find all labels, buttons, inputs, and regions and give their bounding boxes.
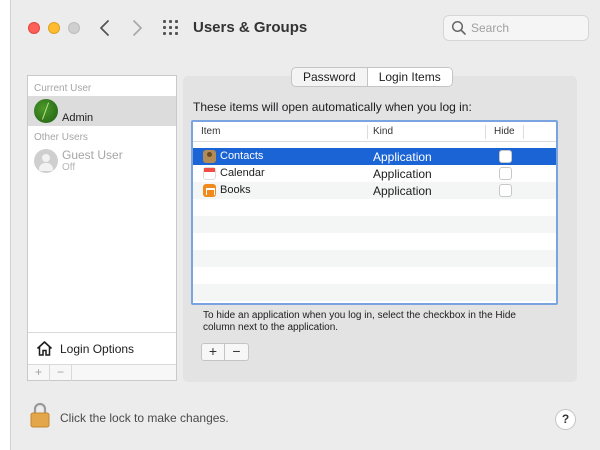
item-kind: Application — [373, 167, 432, 181]
item-name: Calendar — [220, 167, 265, 179]
user-status: Off — [62, 162, 76, 173]
empty-row — [193, 250, 556, 267]
login-items-add-remove: + − — [201, 343, 249, 361]
chevron-right-icon — [133, 20, 142, 36]
sidebar-user-guest[interactable]: Guest User Off — [28, 146, 176, 176]
item-kind: Application — [373, 184, 432, 198]
column-header-hide[interactable]: Hide — [494, 126, 515, 137]
tab-password[interactable]: Password — [292, 68, 368, 86]
tab-bar: Password Login Items — [291, 67, 453, 87]
zoom-window-button[interactable] — [68, 22, 80, 34]
contacts-icon — [203, 150, 216, 163]
login-items-heading: These items will open automatically when… — [193, 100, 472, 114]
title-bar: Users & Groups — [11, 0, 600, 52]
house-icon — [36, 341, 53, 356]
item-kind: Application — [373, 150, 432, 164]
current-user-header: Current User — [34, 83, 92, 94]
window-title: Users & Groups — [193, 19, 308, 36]
item-name: Contacts — [220, 150, 264, 162]
login-options-label: Login Options — [60, 342, 135, 356]
users-sidebar: Current User Admin Other Users Guest Use… — [27, 75, 177, 381]
remove-user-button[interactable]: − — [50, 365, 72, 381]
table-row[interactable]: Books Application — [193, 182, 556, 199]
item-name: Books — [220, 184, 251, 196]
empty-row — [193, 284, 556, 301]
guest-avatar-icon — [34, 149, 58, 173]
empty-row — [193, 216, 556, 233]
search-icon — [451, 20, 466, 35]
login-items-table[interactable]: Item Kind Hide Contacts Application Cale… — [191, 120, 558, 305]
sidebar-toolbar: + − — [28, 364, 176, 381]
other-users-header: Other Users — [34, 132, 88, 143]
empty-row — [193, 233, 556, 250]
table-header: Item Kind Hide — [193, 122, 556, 142]
hide-checkbox[interactable] — [499, 150, 512, 163]
add-user-button[interactable]: + — [28, 365, 50, 381]
hide-checkbox[interactable] — [499, 167, 512, 180]
hide-help-text: To hide an application when you log in, … — [203, 310, 516, 333]
show-all-grid-icon[interactable] — [163, 20, 179, 36]
books-icon — [203, 184, 216, 197]
column-header-item[interactable]: Item — [201, 126, 220, 137]
user-name: Guest User — [62, 148, 123, 162]
lock-message: Click the lock to make changes. — [60, 411, 229, 425]
close-window-button[interactable] — [28, 22, 40, 34]
forward-button[interactable] — [127, 17, 147, 39]
help-button[interactable]: ? — [555, 409, 576, 430]
admin-avatar — [34, 99, 58, 123]
column-header-kind[interactable]: Kind — [373, 126, 393, 137]
table-row[interactable]: Calendar Application — [193, 165, 556, 182]
minimize-window-button[interactable] — [48, 22, 60, 34]
back-button[interactable] — [95, 17, 115, 39]
search-field[interactable] — [443, 15, 589, 41]
search-input[interactable] — [471, 20, 581, 36]
tab-login-items[interactable]: Login Items — [367, 68, 452, 86]
empty-row — [193, 199, 556, 216]
hide-checkbox[interactable] — [499, 184, 512, 197]
login-options-button[interactable]: Login Options — [28, 332, 176, 364]
sidebar-user-admin[interactable]: Admin — [28, 96, 176, 126]
remove-login-item-button[interactable]: − — [225, 344, 248, 360]
chevron-left-icon — [100, 20, 109, 36]
add-login-item-button[interactable]: + — [202, 344, 225, 360]
calendar-icon — [203, 167, 216, 180]
table-row[interactable]: Contacts Application — [193, 148, 556, 165]
user-name: Admin — [62, 112, 94, 124]
empty-row — [193, 267, 556, 284]
lock-icon[interactable] — [30, 402, 50, 428]
